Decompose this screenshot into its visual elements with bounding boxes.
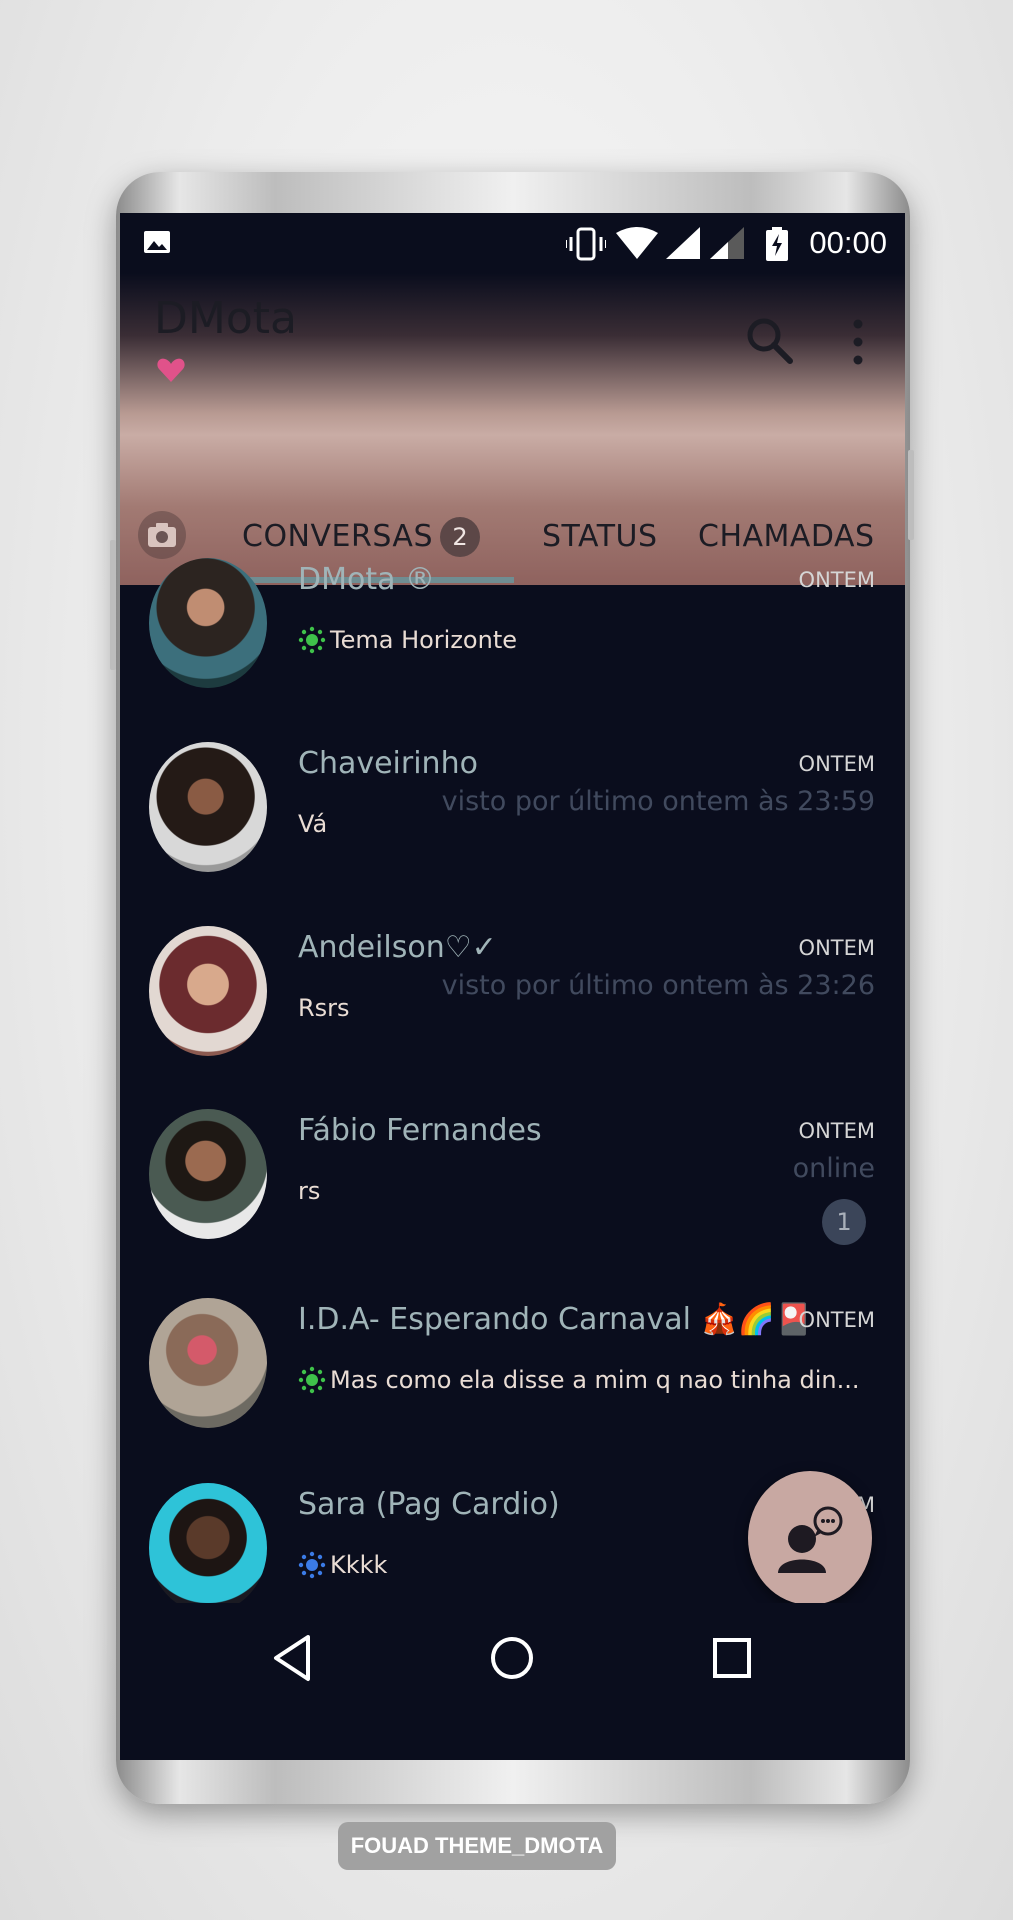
chat-message-text: rs bbox=[298, 1177, 321, 1205]
chat-message-text: Tema Horizonte bbox=[330, 626, 517, 654]
chat-presence: visto por último ontem às 23:26 bbox=[441, 970, 875, 1001]
chat-time: ONTEM bbox=[798, 1308, 875, 1332]
home-icon[interactable] bbox=[488, 1633, 536, 1683]
chat-message: Mas como ela disse a mim q nao tinha din… bbox=[298, 1366, 860, 1394]
battery-charging-icon bbox=[766, 227, 788, 261]
chat-presence: visto por último ontem às 23:59 bbox=[441, 786, 875, 817]
avatar[interactable] bbox=[149, 558, 267, 688]
chat-message-text: Mas como ela disse a mim q nao tinha din… bbox=[330, 1366, 860, 1394]
avatar[interactable] bbox=[149, 926, 267, 1056]
chat-message-text: Rsrs bbox=[298, 994, 350, 1022]
chat-time: ONTEM bbox=[798, 936, 875, 960]
chat-name: Andeilson♡✓ bbox=[298, 930, 497, 965]
chat-name: Fábio Fernandes bbox=[298, 1113, 542, 1148]
more-vert-icon[interactable] bbox=[846, 317, 870, 367]
heart-icon bbox=[157, 358, 185, 382]
phone-screen: 00:00 DMota CONVERSAS 2 STATUS CHAMADAS … bbox=[120, 213, 905, 1760]
wifi-icon bbox=[616, 227, 658, 259]
vibrate-icon bbox=[566, 227, 606, 261]
phone-side-button bbox=[110, 540, 116, 670]
chat-message: Tema Horizonte bbox=[298, 626, 517, 654]
new-chat-contact-icon bbox=[778, 1506, 843, 1573]
sun-green-icon bbox=[298, 626, 326, 654]
status-bar: 00:00 bbox=[120, 213, 905, 273]
chat-presence: online bbox=[792, 1153, 875, 1184]
image-icon bbox=[144, 231, 170, 253]
chat-name: I.D.A- Esperando Carnaval 🎪🌈🎴 bbox=[298, 1302, 813, 1337]
chat-time: ONTEM bbox=[798, 568, 875, 592]
app-header: DMota CONVERSAS 2 STATUS CHAMADAS bbox=[120, 273, 905, 585]
status-time: 00:00 bbox=[809, 225, 887, 260]
avatar[interactable] bbox=[149, 1298, 267, 1428]
sun-blue-icon bbox=[298, 1551, 326, 1579]
chat-row[interactable]: Fábio Fernandes ONTEM online rs 1 bbox=[120, 1099, 905, 1279]
search-icon[interactable] bbox=[742, 313, 798, 369]
chat-message: Kkkk bbox=[298, 1551, 387, 1579]
chat-time: ONTEM bbox=[798, 752, 875, 776]
signal-icon bbox=[666, 227, 700, 259]
app-title: DMota bbox=[154, 293, 297, 344]
avatar[interactable] bbox=[149, 742, 267, 872]
chat-row[interactable]: Chaveirinho ONTEM visto por último ontem… bbox=[120, 732, 905, 912]
avatar[interactable] bbox=[149, 1109, 267, 1239]
chat-message-text: Vá bbox=[298, 810, 328, 838]
chat-time: ONTEM bbox=[798, 1119, 875, 1143]
chat-row[interactable]: Andeilson♡✓ ONTEM visto por último ontem… bbox=[120, 916, 905, 1096]
chat-message-text: Kkkk bbox=[330, 1551, 388, 1579]
new-chat-button[interactable] bbox=[748, 1471, 872, 1605]
unread-badge: 1 bbox=[822, 1199, 866, 1245]
chat-name: Sara (Pag Cardio) bbox=[298, 1487, 560, 1522]
chat-row[interactable]: I.D.A- Esperando Carnaval 🎪🌈🎴 ONTEM Mas … bbox=[120, 1288, 905, 1468]
chat-name: Chaveirinho bbox=[298, 746, 478, 781]
back-icon[interactable] bbox=[270, 1633, 314, 1683]
phone-side-button bbox=[908, 450, 914, 540]
sun-green-icon bbox=[298, 1366, 326, 1394]
chat-name: DMota ® bbox=[298, 562, 436, 597]
signal-weak-icon bbox=[710, 227, 744, 259]
navigation-bar bbox=[120, 1603, 905, 1760]
recents-icon[interactable] bbox=[710, 1635, 754, 1681]
avatar[interactable] bbox=[149, 1483, 267, 1613]
watermark: FOUAD THEME_DMOTA bbox=[338, 1822, 616, 1870]
chat-row[interactable]: DMota ® ONTEM Tema Horizonte bbox=[120, 548, 905, 728]
